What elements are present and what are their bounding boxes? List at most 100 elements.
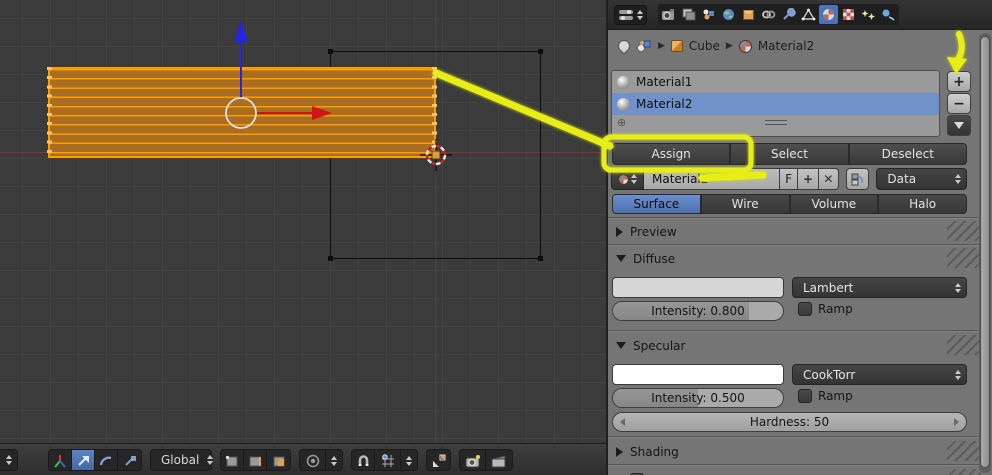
rotate-manipulator-icon — [99, 456, 112, 465]
material-name-field[interactable]: Material2 — [644, 168, 780, 190]
orientation-value: Global — [161, 452, 200, 467]
tab-wire[interactable]: Wire — [700, 194, 790, 214]
panel-drag-hatch[interactable] — [947, 335, 981, 355]
diffuse-color-swatch[interactable] — [612, 277, 784, 298]
scale-manipulator-icon — [124, 455, 136, 466]
render-icon[interactable] — [659, 5, 678, 24]
viewport-3d[interactable] — [0, 0, 606, 443]
specular-shader-dropdown[interactable]: CookTorr — [792, 364, 967, 385]
proportional-edit-icon — [306, 454, 319, 467]
snap-element-button[interactable] — [375, 449, 401, 470]
properties-scrollbar[interactable] — [979, 33, 991, 473]
rotate-manipulator-button[interactable] — [95, 449, 118, 470]
material-slot-row-selected[interactable]: Material2 — [612, 93, 939, 115]
shading-panel-header[interactable]: Shading — [608, 439, 983, 464]
deselect-button[interactable]: Deselect — [848, 143, 967, 165]
selected-mesh-plane[interactable] — [47, 67, 437, 158]
diffuse-ramp-checkbox[interactable] — [798, 302, 812, 316]
edge-select-button[interactable] — [244, 449, 267, 470]
material-slot-name: Material2 — [636, 97, 693, 111]
increment-arrow-icon[interactable] — [954, 418, 959, 426]
preview-panel-header[interactable]: Preview — [608, 219, 983, 244]
translate-manipulator-button[interactable] — [72, 449, 95, 470]
diffuse-intensity-slider[interactable]: Intensity: 0.800 — [612, 301, 784, 321]
mesh-vertices-right — [432, 67, 437, 158]
dropdown-arrows-icon — [955, 369, 961, 380]
decrement-arrow-icon[interactable] — [620, 418, 625, 426]
material-sphere-icon — [617, 75, 630, 89]
breadcrumb: ▶ Cube ▶ Material2 — [608, 32, 992, 60]
wire-corner-vertex — [538, 256, 543, 261]
physics-icon[interactable] — [879, 5, 898, 24]
manipulator-z-arrowhead[interactable] — [234, 20, 248, 42]
opengl-render-anim-button[interactable] — [486, 450, 512, 470]
modifiers-icon[interactable] — [779, 5, 798, 24]
material-icon[interactable] — [819, 5, 838, 24]
globe-icon[interactable] — [719, 5, 738, 24]
breadcrumb-object[interactable]: Cube — [689, 39, 720, 53]
manipulator-toggle-button[interactable] — [49, 449, 72, 470]
panel-drag-hatch[interactable] — [947, 441, 981, 461]
opengl-render-button[interactable] — [460, 449, 486, 470]
panel-drag-hatch[interactable] — [947, 469, 981, 475]
face-select-button[interactable] — [267, 450, 290, 470]
list-filter-icon[interactable]: ⊕ — [617, 116, 626, 129]
specular-color-swatch[interactable] — [612, 364, 784, 385]
hardness-field[interactable]: Hardness: 50 — [612, 412, 967, 432]
object-data-icon[interactable] — [799, 5, 818, 24]
proportional-edit-group — [299, 448, 343, 471]
opengl-render-animation-icon — [491, 454, 506, 467]
select-button[interactable]: Select — [730, 143, 849, 165]
fake-user-button[interactable]: F — [779, 168, 799, 190]
use-nodes-button[interactable] — [846, 168, 870, 190]
pin-icon[interactable] — [615, 37, 633, 55]
snap-group — [351, 448, 418, 471]
breadcrumb-material[interactable]: Material2 — [758, 39, 814, 53]
specular-ramp-checkbox[interactable] — [798, 389, 812, 403]
specular-intensity-slider[interactable]: Intensity: 0.500 — [612, 388, 784, 408]
diffuse-shader-dropdown[interactable]: Lambert — [792, 277, 967, 298]
new-material-button[interactable]: + — [798, 168, 819, 190]
panel-drag-hatch[interactable] — [947, 221, 981, 241]
manipulate-centers-button[interactable] — [427, 450, 450, 470]
world-icon[interactable] — [699, 5, 718, 24]
dropdown-arrows-icon — [331, 455, 337, 466]
transform-orientation-dropdown[interactable]: Global — [150, 448, 214, 471]
opengl-render-icon — [465, 454, 480, 467]
mode-dropdown-partial[interactable] — [0, 448, 18, 471]
list-resize-grip[interactable] — [764, 120, 787, 125]
proportional-edit-dropdown[interactable] — [326, 450, 342, 470]
object-icon[interactable] — [739, 5, 758, 24]
dropdown-arrows-icon — [955, 282, 961, 293]
scale-manipulator-button[interactable] — [118, 450, 141, 470]
add-slot-button[interactable]: + — [947, 71, 971, 92]
tab-halo[interactable]: Halo — [878, 194, 967, 214]
vertex-select-button[interactable] — [221, 449, 244, 470]
constraints-icon[interactable] — [759, 5, 778, 24]
snap-toggle-button[interactable] — [352, 449, 375, 470]
remove-slot-button[interactable]: − — [947, 93, 971, 114]
texture-icon[interactable] — [839, 5, 858, 24]
tab-volume[interactable]: Volume — [789, 194, 879, 214]
snap-element-dropdown[interactable] — [401, 450, 417, 470]
scene-icon[interactable] — [679, 5, 698, 24]
material-slot-row[interactable]: Material1 — [612, 71, 939, 93]
manipulate-centers-group — [426, 448, 451, 471]
particles-icon[interactable] — [859, 5, 878, 24]
specials-triangle-icon — [954, 122, 964, 129]
panel-drag-hatch[interactable] — [947, 248, 981, 268]
scene-mini-icon — [637, 40, 651, 52]
slot-specials-button[interactable] — [947, 115, 971, 136]
diffuse-panel-header[interactable]: Diffuse — [608, 246, 983, 271]
scrollbar-thumb[interactable] — [980, 36, 990, 468]
editor-type-selector[interactable] — [614, 4, 647, 25]
tab-surface[interactable]: Surface — [612, 194, 701, 214]
unlink-material-button[interactable]: ✕ — [818, 168, 840, 190]
breadcrumb-separator-icon: ▶ — [658, 41, 665, 51]
transparency-panel-header[interactable]: Transparency — [608, 467, 983, 475]
assign-button[interactable]: Assign — [612, 143, 731, 165]
browse-material-button[interactable] — [611, 168, 644, 190]
link-mode-dropdown[interactable]: Data — [876, 168, 968, 190]
proportional-edit-button[interactable] — [300, 449, 326, 470]
specular-panel-header[interactable]: Specular — [608, 333, 983, 358]
